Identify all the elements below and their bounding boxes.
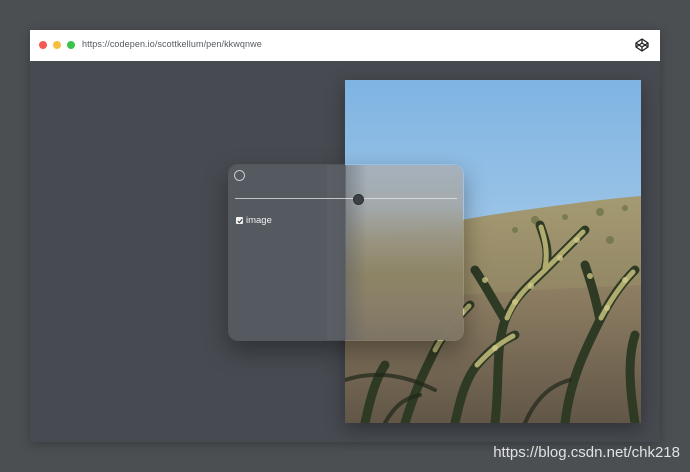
checkmark-icon [236,218,243,223]
slider-track[interactable] [235,198,457,199]
panel-toggle-circle[interactable] [234,170,245,181]
image-checkbox-row[interactable]: image [236,215,272,226]
maximize-window-dot[interactable] [67,41,75,49]
control-panel: image [228,164,464,341]
browser-titlebar: https://codepen.io/scottkellum/pen/kkwqn… [30,30,660,61]
slider-thumb[interactable] [352,194,364,205]
minimize-window-dot[interactable] [53,41,61,49]
image-checkbox[interactable] [236,217,243,224]
watermark-text: https://blog.csdn.net/chk218 [493,444,680,461]
image-checkbox-label: image [246,215,272,226]
address-bar-url[interactable]: https://codepen.io/scottkellum/pen/kkwqn… [82,39,262,49]
close-window-dot[interactable] [39,41,47,49]
codepen-icon[interactable] [635,38,649,52]
